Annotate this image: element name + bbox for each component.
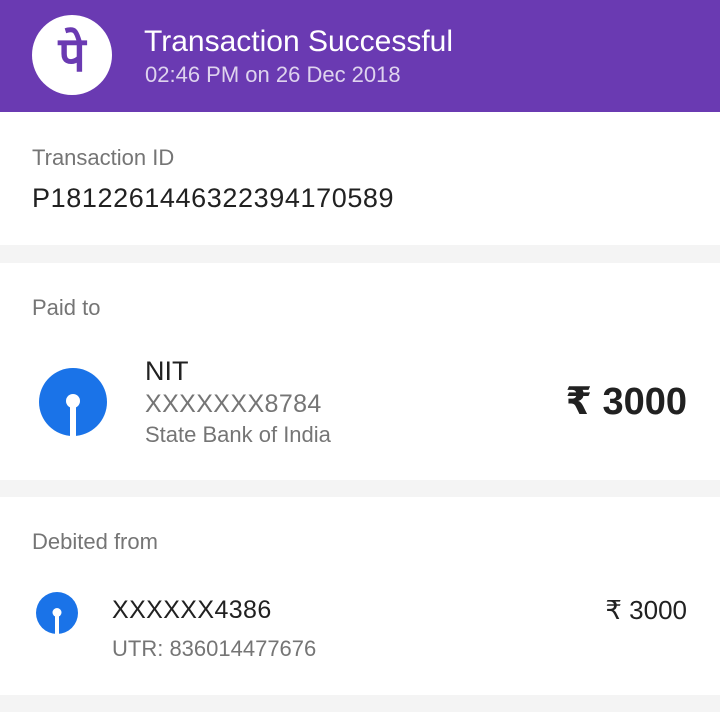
paid-amount: ₹ 3000 [565, 381, 687, 423]
sbi-logo-icon [36, 592, 78, 634]
phonepe-logo-icon: पे [32, 15, 112, 95]
utr-number: UTR: 836014477676 [112, 636, 317, 661]
paid-to-label: Paid to [32, 295, 101, 320]
sbi-logo-icon [39, 368, 107, 436]
debited-from-label: Debited from [32, 529, 158, 554]
page-title: Transaction Successful [144, 25, 454, 58]
transaction-timestamp: 02:46 PM on 26 Dec 2018 [145, 62, 401, 87]
transaction-id-value: P1812261446322394170589 [32, 183, 395, 213]
paid-to-card[interactable]: Paid to NIT XXXXXXX8784 State Bank of In… [0, 263, 720, 480]
payee-account-number: XXXXXXX8784 [145, 390, 322, 418]
debit-account-number: XXXXXX4386 [112, 596, 272, 624]
header-bar: पे Transaction Successful 02:46 PM on 26… [0, 0, 720, 112]
transaction-id-label: Transaction ID [32, 145, 175, 170]
debited-from-card[interactable]: Debited from XXXXXX4386 UTR: 83601447767… [0, 497, 720, 695]
payee-name: NIT [145, 356, 189, 386]
payee-bank-name: State Bank of India [145, 422, 331, 447]
debited-amount: ₹ 3000 [605, 595, 687, 625]
transaction-id-card: Transaction ID P1812261446322394170589 [0, 112, 720, 245]
